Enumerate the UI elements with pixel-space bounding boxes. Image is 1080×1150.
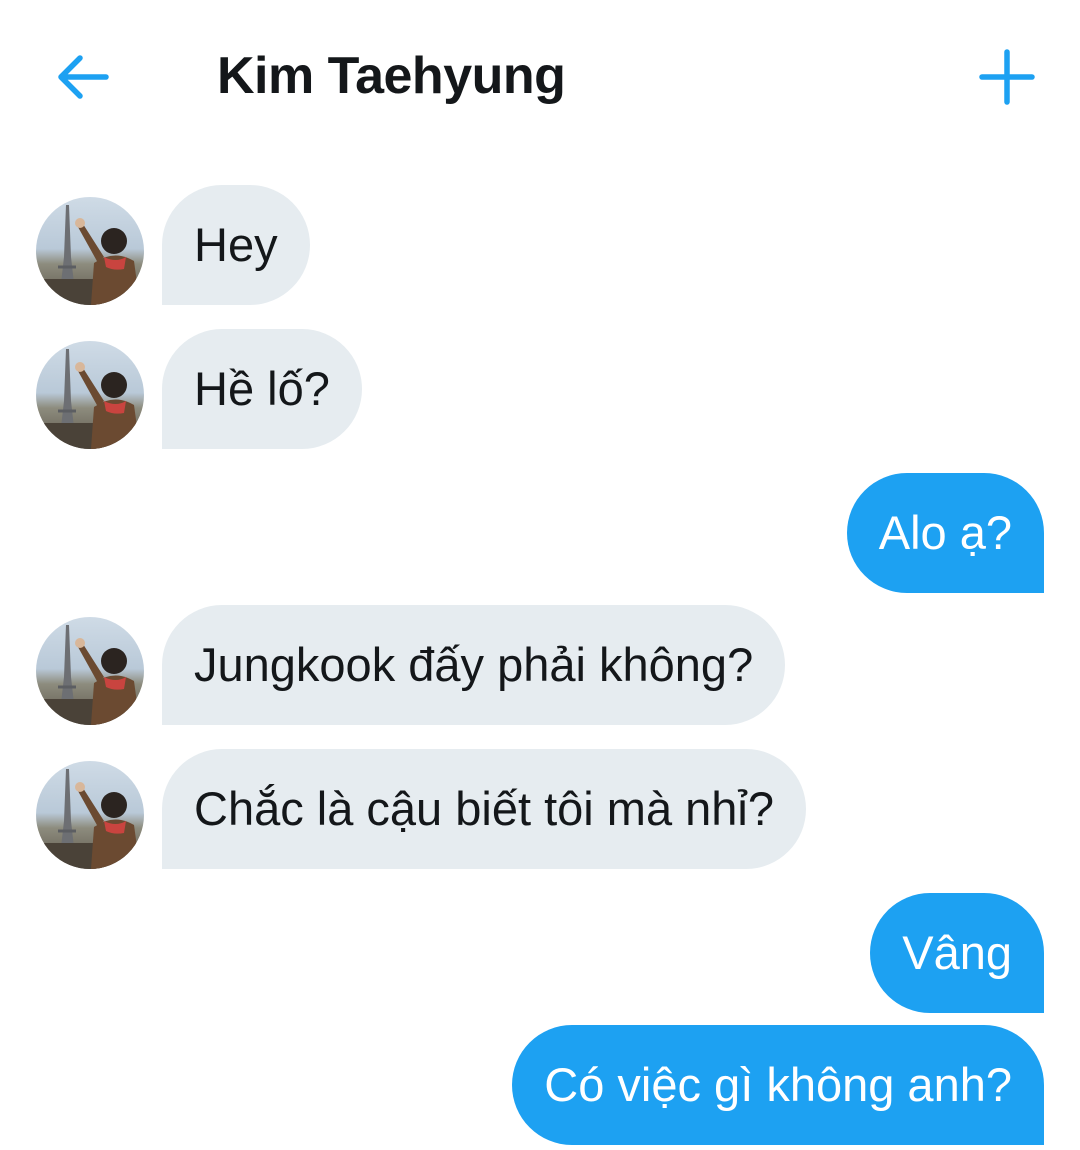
avatar[interactable] bbox=[36, 617, 144, 725]
avatar[interactable] bbox=[36, 761, 144, 869]
plus-icon bbox=[979, 49, 1035, 105]
incoming-message[interactable]: Hề lố? bbox=[162, 329, 362, 449]
incoming-message[interactable]: Jungkook đấy phải không? bbox=[162, 605, 786, 725]
avatar[interactable] bbox=[36, 197, 144, 305]
incoming-message[interactable]: Chắc là cậu biết tôi mà nhỉ? bbox=[162, 749, 806, 869]
conversation-title: Kim Taehyung bbox=[217, 47, 566, 105]
conversation-header: Kim Taehyung bbox=[0, 0, 1080, 150]
avatar-photo bbox=[36, 769, 144, 869]
outgoing-message[interactable]: Có việc gì không anh? bbox=[512, 1025, 1044, 1145]
avatar[interactable] bbox=[36, 341, 144, 449]
arrow-left-icon bbox=[58, 55, 109, 99]
outgoing-message[interactable]: Vâng bbox=[870, 893, 1044, 1013]
incoming-message[interactable]: Hey bbox=[162, 185, 310, 305]
avatar-photo bbox=[36, 349, 144, 449]
avatar-photo bbox=[36, 625, 144, 725]
add-button[interactable] bbox=[974, 44, 1040, 110]
avatar-photo bbox=[36, 205, 144, 305]
back-button[interactable] bbox=[50, 45, 114, 109]
outgoing-message[interactable]: Alo ạ? bbox=[846, 473, 1044, 593]
